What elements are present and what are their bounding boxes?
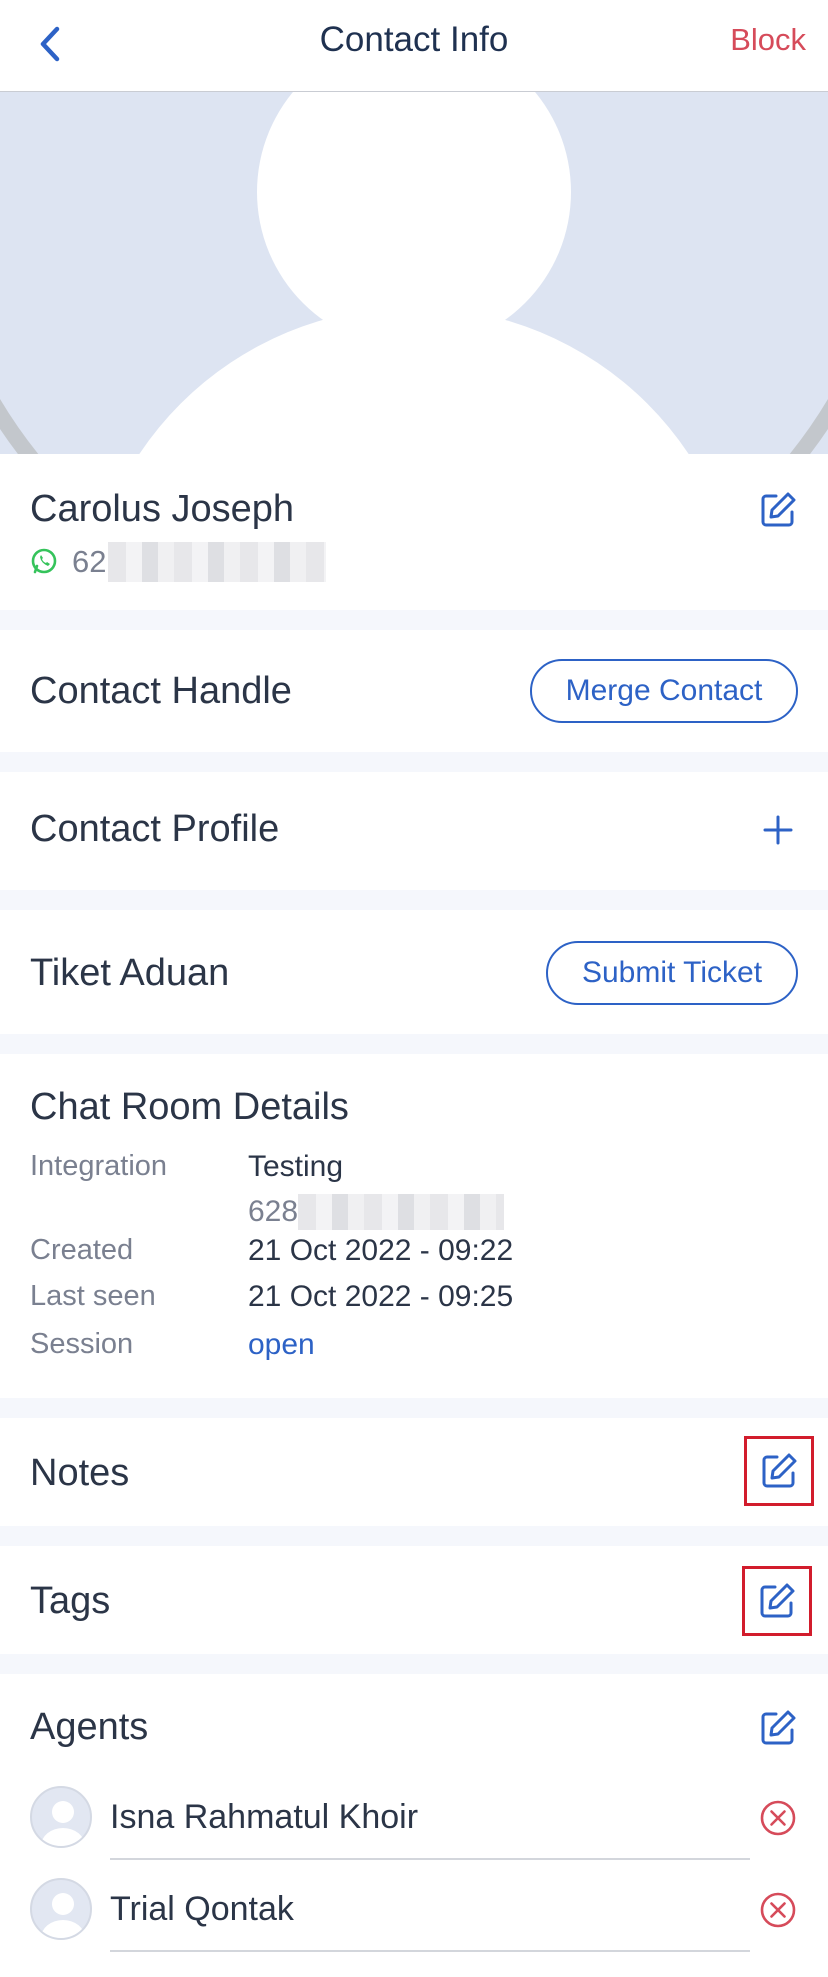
integration-number: 628 <box>248 1192 505 1232</box>
agent-name: Isna Rahmatul Khoir <box>110 1798 419 1836</box>
chat-room-details-section: Chat Room Details Integration Testing 62… <box>0 1054 828 1398</box>
edit-contact-button[interactable] <box>756 488 800 532</box>
agent-list-item: Isna Rahmatul Khoir <box>0 1772 828 1864</box>
notes-title: Notes <box>30 1452 130 1494</box>
submit-ticket-button[interactable]: Submit Ticket <box>546 941 798 1005</box>
ticket-section: Tiket Aduan Submit Ticket <box>0 910 828 1034</box>
contact-handle-title: Contact Handle <box>30 670 292 712</box>
edit-icon <box>760 1583 795 1618</box>
tags-title: Tags <box>30 1580 111 1622</box>
edit-icon <box>762 1453 797 1488</box>
created-label: Created <box>30 1234 134 1266</box>
edit-icon <box>761 1710 796 1745</box>
user-avatar-icon <box>41 1801 85 1846</box>
last-seen-value: 21 Oct 2022 - 09:25 <box>248 1280 514 1313</box>
navigation-bar: Contact Info Block <box>0 0 828 92</box>
agents-section: Agents Isna Rahmatul Khoir Trial Qontak <box>0 1674 828 1977</box>
remove-agent-button[interactable] <box>758 1890 798 1930</box>
edit-notes-button[interactable] <box>744 1436 814 1506</box>
whatsapp-icon <box>31 548 57 574</box>
remove-agent-button[interactable] <box>758 1798 798 1838</box>
edit-icon <box>761 492 796 527</box>
notes-section: Notes <box>0 1418 828 1526</box>
contact-profile-section: Contact Profile <box>0 772 828 890</box>
remove-circle-icon <box>760 1892 796 1928</box>
last-seen-label: Last seen <box>30 1280 156 1312</box>
session-status: open <box>248 1328 315 1361</box>
created-value: 21 Oct 2022 - 09:22 <box>248 1234 514 1267</box>
integration-value: Testing <box>248 1150 344 1183</box>
integration-number-prefix: 628 <box>248 1195 299 1228</box>
merge-contact-button[interactable]: Merge Contact <box>530 659 798 723</box>
divider <box>110 1950 750 1952</box>
plus-icon <box>763 815 793 845</box>
contact-profile-title: Contact Profile <box>30 808 280 850</box>
block-button[interactable]: Block <box>730 22 806 58</box>
session-label: Session <box>30 1328 134 1360</box>
contact-header-section: Carolus Joseph 62 <box>0 454 828 610</box>
divider <box>110 1858 750 1860</box>
avatar-placeholder-icon <box>0 92 828 454</box>
contact-handle-section: Contact Handle Merge Contact <box>0 630 828 752</box>
agent-name: Trial Qontak <box>110 1890 294 1928</box>
agent-list-item: Trial Qontak <box>0 1864 828 1956</box>
contact-name: Carolus Joseph <box>30 488 295 530</box>
edit-agents-button[interactable] <box>756 1706 800 1750</box>
page-title: Contact Info <box>319 20 509 59</box>
contact-phone-row: 62 <box>30 542 327 582</box>
contact-avatar-hero <box>0 92 828 454</box>
integration-label: Integration <box>30 1150 168 1182</box>
agents-title: Agents <box>30 1706 149 1748</box>
avatar <box>30 1786 92 1848</box>
remove-circle-icon <box>760 1800 796 1836</box>
tags-section: Tags <box>0 1546 828 1654</box>
chat-room-title: Chat Room Details <box>30 1086 349 1128</box>
integration-number-redacted <box>298 1194 505 1230</box>
user-avatar-icon <box>41 1893 85 1938</box>
avatar <box>30 1878 92 1940</box>
add-profile-button[interactable] <box>756 808 800 852</box>
edit-tags-button[interactable] <box>742 1566 812 1636</box>
ticket-title: Tiket Aduan <box>30 952 230 994</box>
phone-redacted <box>108 542 327 582</box>
contact-phone: 62 <box>72 544 107 579</box>
